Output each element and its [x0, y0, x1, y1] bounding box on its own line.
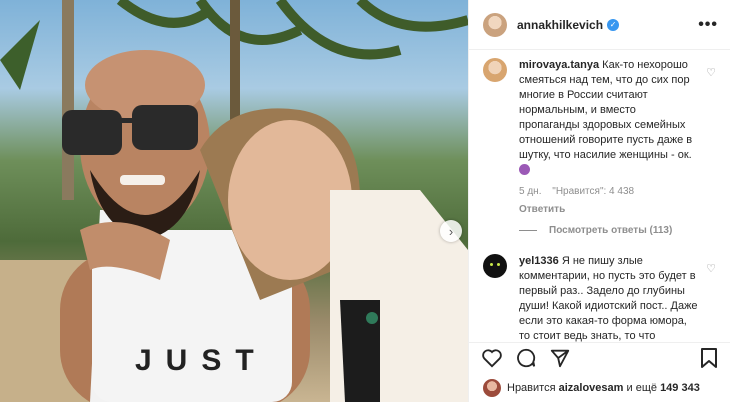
comment-item: yel1336 Я не пишу злые комментарии, но п… [483, 254, 716, 342]
comment-username[interactable]: mirovaya.tanya [519, 59, 599, 71]
comment-icon[interactable] [515, 347, 537, 374]
view-replies-label: Посмотреть ответы (113) [549, 225, 673, 236]
photo-illustration: JUST [0, 0, 468, 402]
verified-badge-icon: ✓ [607, 18, 620, 31]
comment-age[interactable]: 5 дн. [519, 186, 541, 197]
chevron-right-icon: › [448, 223, 454, 239]
likes-user[interactable]: aizalovesam [559, 382, 624, 394]
avatar[interactable] [483, 379, 501, 397]
bookmark-icon[interactable] [700, 347, 718, 374]
comment-meta: 5 дн. "Нравится": 4 438 [519, 184, 699, 199]
view-replies-button[interactable]: Посмотреть ответы (113) [519, 225, 716, 236]
likes-summary: Нравится aizalovesam и ещё 149 343 [483, 378, 720, 398]
more-options-icon[interactable]: ••• [698, 16, 718, 34]
comment-text: Я не пишу злые комментарии, но пусть это… [519, 255, 698, 342]
likes-prefix: Нравится [507, 382, 556, 394]
post-photo[interactable]: JUST › [0, 0, 468, 402]
avatar[interactable] [483, 58, 507, 82]
comments-list[interactable]: mirovaya.tanya Как-то нехорошо смеяться … [469, 50, 730, 342]
post-side-panel: annakhilkevich ✓ ••• mirovaya.tanya Как-… [468, 0, 730, 402]
avatar[interactable] [483, 12, 507, 37]
comment-text-block: mirovaya.tanya Как-то нехорошо смеяться … [519, 58, 699, 178]
avatar[interactable] [483, 254, 507, 278]
reply-button[interactable]: Ответить [519, 202, 699, 217]
comment-item: mirovaya.tanya Как-то нехорошо смеяться … [483, 58, 716, 217]
likes-suffix: и ещё [626, 382, 658, 394]
post-header: annakhilkevich ✓ ••• [469, 0, 730, 50]
comment-text: Как-то нехорошо смеяться над тем, что до… [519, 59, 693, 161]
like-comment-heart-icon[interactable]: ♡ [706, 262, 716, 275]
likes-text[interactable]: Нравится aizalovesam и ещё 149 343 [507, 382, 700, 394]
heart-icon[interactable] [481, 348, 503, 373]
replies-divider [519, 230, 537, 231]
post-actions-bar [469, 342, 730, 378]
emoji-icon [519, 164, 530, 175]
next-photo-button[interactable]: › [440, 220, 462, 242]
likes-count[interactable]: 149 343 [660, 382, 700, 394]
like-comment-heart-icon[interactable]: ♡ [706, 66, 716, 79]
share-icon[interactable] [549, 347, 571, 374]
comment-username[interactable]: yel1336 [519, 255, 559, 267]
comment-likes[interactable]: "Нравится": 4 438 [552, 186, 634, 197]
shirt-text: JUST [135, 344, 268, 377]
post-author-username[interactable]: annakhilkevich [517, 18, 603, 32]
